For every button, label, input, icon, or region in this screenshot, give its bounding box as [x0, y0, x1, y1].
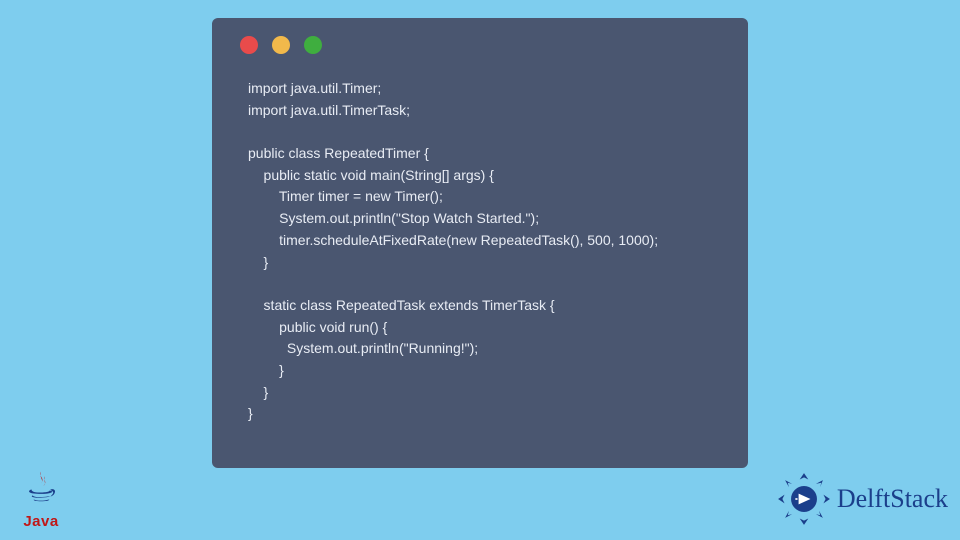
- java-cup-icon: [22, 468, 60, 506]
- delftstack-seal-icon: [777, 472, 831, 526]
- code-window: import java.util.Timer; import java.util…: [212, 18, 748, 468]
- code-block: import java.util.Timer; import java.util…: [234, 78, 726, 425]
- minimize-icon[interactable]: [272, 36, 290, 54]
- delftstack-label: DelftStack: [837, 484, 948, 514]
- close-icon[interactable]: [240, 36, 258, 54]
- maximize-icon[interactable]: [304, 36, 322, 54]
- java-logo: Java: [10, 468, 72, 530]
- window-titlebar: [234, 36, 726, 54]
- delftstack-logo: DelftStack: [777, 472, 948, 526]
- java-label: Java: [10, 513, 72, 530]
